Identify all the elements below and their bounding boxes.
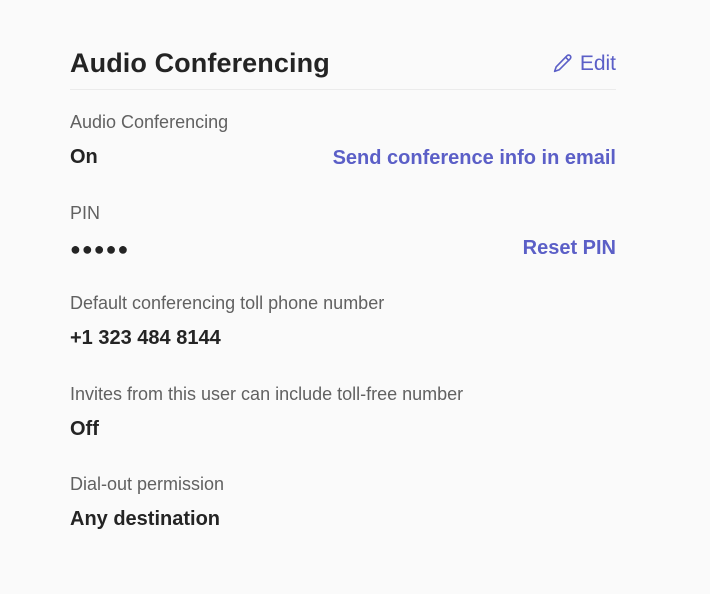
- toll-free-label: Invites from this user can include toll-…: [70, 384, 464, 404]
- dial-out-value: Any destination: [70, 508, 221, 530]
- pin-label: PIN: [70, 203, 101, 223]
- pin-value: ●●●●●: [70, 239, 130, 259]
- audio-conferencing-value: On: [70, 146, 98, 168]
- audio-conferencing-panel: Audio Conferencing Edit Audio Conferenci…: [70, 0, 616, 530]
- toll-free-value: Off: [70, 418, 99, 440]
- audio-conferencing-label: Audio Conferencing: [70, 112, 229, 132]
- edit-button[interactable]: Edit: [552, 52, 616, 76]
- section-header: Audio Conferencing Edit: [70, 0, 616, 90]
- reset-pin-link[interactable]: Reset PIN: [523, 237, 616, 260]
- section-title: Audio Conferencing: [70, 48, 330, 78]
- dial-out-label: Dial-out permission: [70, 474, 225, 494]
- pencil-icon: [552, 53, 574, 75]
- toll-number-value: +1 323 484 8144: [70, 327, 221, 349]
- send-conference-info-link[interactable]: Send conference info in email: [333, 147, 616, 170]
- edit-label: Edit: [579, 52, 616, 75]
- toll-number-label: Default conferencing toll phone number: [70, 293, 385, 313]
